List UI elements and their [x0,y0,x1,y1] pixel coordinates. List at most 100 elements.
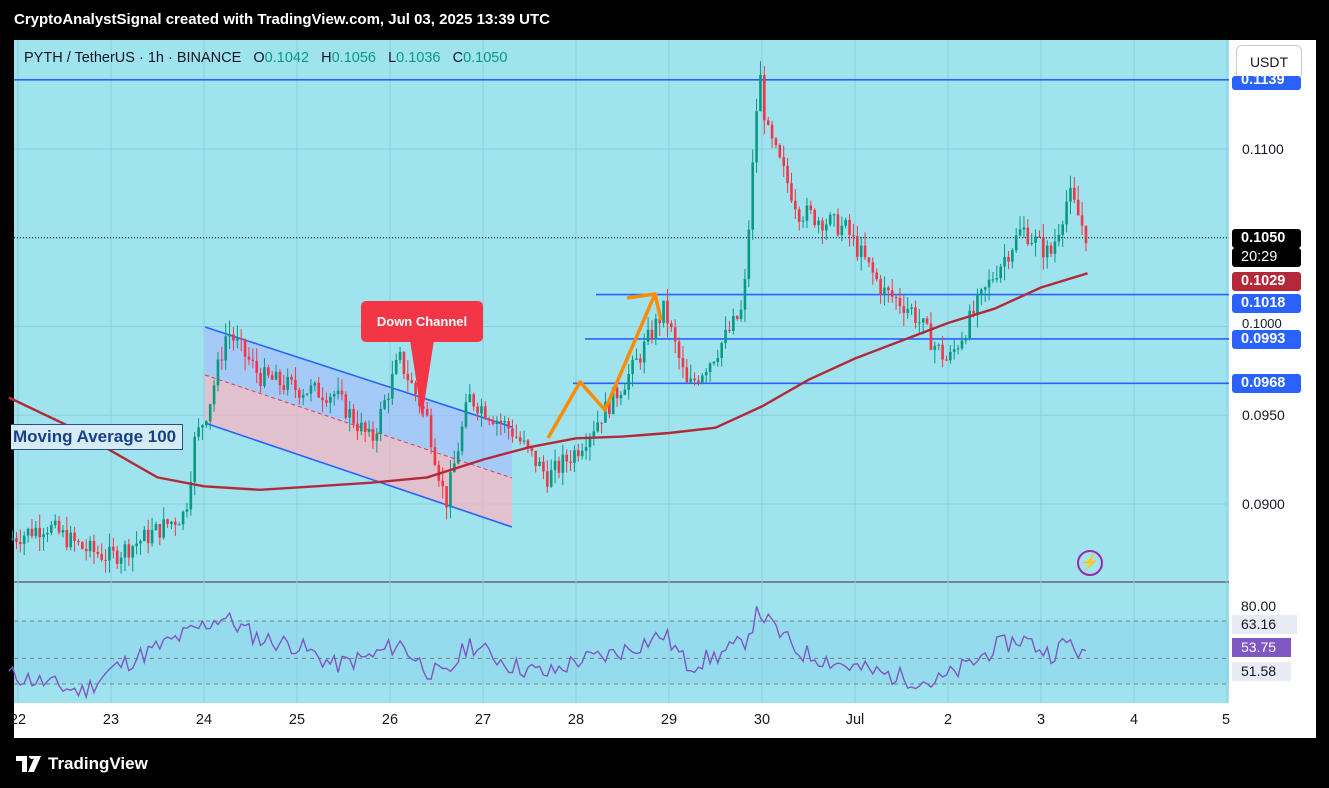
candle-down [278,371,282,386]
candle-up [123,544,127,558]
candle-down [670,323,673,328]
candle-up [495,420,499,425]
x-tick-label: 28 [567,712,585,728]
candle-up [840,225,844,236]
candle-down [1007,256,1010,262]
candle-down [1049,245,1053,254]
candle-down [600,422,603,424]
candle-up [999,266,1002,279]
candle-up [1057,234,1061,242]
candle-down [515,436,518,438]
x-tick-label: 27 [474,712,492,728]
candle-down [1080,215,1084,226]
candle-down [511,428,514,437]
candle-down [270,375,274,380]
candle-down [925,318,929,324]
candle-down [945,359,948,361]
candle-up [398,351,402,360]
candle-up [1003,256,1006,267]
candle-up [119,557,123,564]
candle-up [960,340,964,349]
candle-down [484,406,487,419]
candle-down [73,532,76,541]
candle-up [921,318,925,323]
candle-up [464,402,468,427]
lightning-icon[interactable]: ⚡ [1077,550,1103,576]
candle-down [267,367,270,376]
candle-up [623,389,627,395]
candle-down [476,406,479,414]
candle-down [57,520,61,533]
candle-up [162,519,165,538]
candle-down [96,551,100,555]
candle-up [553,460,557,471]
tradingview-logo-icon [16,756,41,772]
candle-up [193,436,196,482]
high-label: H [321,50,332,66]
candle-down [526,440,530,447]
candle-up [724,329,727,344]
candle-up [1018,229,1022,236]
candle-up [964,338,968,341]
candle-down [340,390,344,395]
candle-down [1026,227,1030,245]
candle-down [445,486,448,508]
candle-up [906,308,909,313]
candle-up [263,367,266,387]
candle-up [573,450,576,463]
candle-down [898,297,902,307]
candle-down [565,454,568,462]
price-tag-top-level: 0.1139 [1232,76,1301,90]
candle-up [286,376,289,390]
candle-up [336,390,340,395]
candle-down [472,394,475,407]
candle-up [956,348,960,350]
candle-up [952,349,956,352]
candle-up [305,393,309,395]
candle-down [363,422,367,433]
candle-down [100,554,103,560]
chart-svg [8,40,1316,738]
candle-up [177,524,181,526]
candle-up [584,447,588,451]
candle-up [642,341,646,363]
candle-up [759,75,762,112]
candle-up [34,527,38,537]
open-value: 0.1042 [264,50,310,66]
tradingview-logo[interactable]: TradingView [16,754,148,774]
open-label: O [253,50,265,66]
candle-up [139,541,142,544]
candle-up [619,394,623,399]
candle-down [879,279,882,295]
candle-up [135,543,138,547]
candle-up [1022,227,1026,230]
candle-up [503,421,506,423]
candle-down [290,376,293,380]
candle-up [379,408,382,434]
candle-up [1053,241,1057,254]
candle-up [375,433,379,441]
close-label: C [452,50,464,66]
x-tick-label: Jul [845,712,865,728]
candle-down [867,257,871,263]
candle-down [770,124,774,139]
price-tag-0993: 0.0993 [1232,330,1301,349]
candle-down [766,120,770,125]
candle-down [677,341,681,359]
candle-up [987,279,991,288]
candle-up [825,224,828,231]
candle-up [189,481,193,510]
candle-down [852,235,855,237]
candle-down [774,138,778,146]
candle-down [786,165,789,184]
candle-down [112,546,115,551]
candle-down [666,300,669,324]
candle-down [673,327,677,342]
candle-up [561,454,565,473]
candle-down [239,338,243,340]
candle-up [883,287,886,295]
candle-down [104,559,107,561]
candle-up [367,429,371,433]
currency-button[interactable]: USDT [1236,45,1302,79]
candle-up [1011,250,1014,262]
